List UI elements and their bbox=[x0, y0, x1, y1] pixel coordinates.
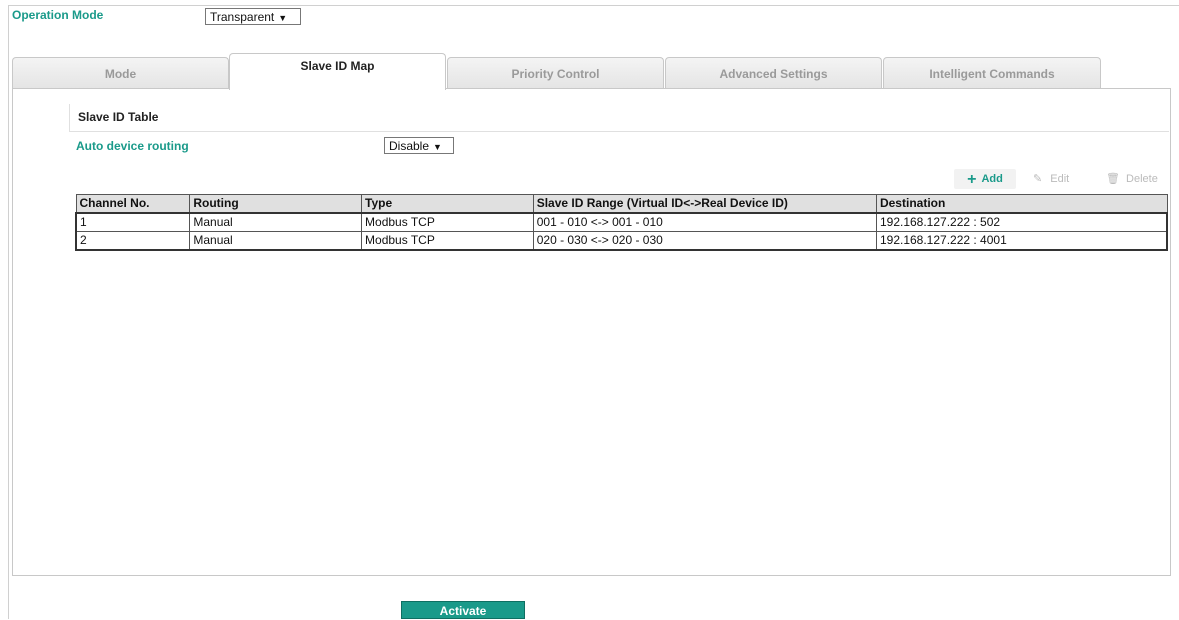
table-header-row: Channel No. Routing Type Slave ID Range … bbox=[75, 194, 1168, 214]
pencil-icon: ✎ bbox=[1033, 173, 1043, 185]
slave-id-table: Channel No. Routing Type Slave ID Range … bbox=[75, 194, 1168, 251]
section-title: Slave ID Table bbox=[78, 110, 159, 124]
delete-label: Delete bbox=[1126, 173, 1158, 185]
operation-mode-value: Transparent bbox=[210, 10, 275, 24]
plus-icon: + bbox=[967, 171, 977, 188]
cell-slave-id-range: 001 - 010 <-> 001 - 010 bbox=[532, 212, 877, 232]
cell-type: Modbus TCP bbox=[361, 212, 534, 232]
tab-mode[interactable]: Mode bbox=[12, 57, 229, 89]
operation-mode-select[interactable]: Transparent ▼ bbox=[205, 8, 301, 25]
cell-destination: 192.168.127.222 : 4001 bbox=[875, 231, 1168, 251]
column-header-slave-id-range: Slave ID Range (Virtual ID<->Real Device… bbox=[532, 194, 877, 214]
tab-intelligent-commands[interactable]: Intelligent Commands bbox=[883, 57, 1101, 89]
add-label: Add bbox=[981, 173, 1003, 185]
table-row[interactable]: 2 Manual Modbus TCP 020 - 030 <-> 020 - … bbox=[75, 231, 1168, 251]
slave-id-map-panel: Slave ID Table Auto device routing Disab… bbox=[12, 88, 1171, 576]
edit-button[interactable]: ✎ Edit bbox=[1033, 169, 1083, 189]
column-header-routing: Routing bbox=[189, 194, 363, 214]
tab-advanced-settings[interactable]: Advanced Settings bbox=[665, 57, 882, 89]
operation-mode-label: Operation Mode bbox=[12, 8, 104, 22]
activate-button[interactable]: Activate bbox=[401, 601, 525, 619]
delete-button[interactable]: 🗑 Delete bbox=[1106, 169, 1166, 189]
column-header-destination: Destination bbox=[875, 194, 1168, 214]
cell-routing: Manual bbox=[189, 231, 363, 251]
top-border bbox=[8, 5, 1179, 6]
auto-routing-value: Disable bbox=[389, 139, 430, 153]
cell-routing: Manual bbox=[189, 212, 363, 232]
cell-type: Modbus TCP bbox=[361, 231, 534, 251]
cell-channel: 1 bbox=[75, 212, 191, 232]
dropdown-arrow-icon: ▼ bbox=[433, 142, 442, 152]
cell-channel: 2 bbox=[75, 231, 191, 251]
add-button[interactable]: + Add bbox=[954, 169, 1016, 189]
tab-slave-id-map[interactable]: Slave ID Map bbox=[229, 53, 446, 90]
trash-icon: 🗑 bbox=[1106, 173, 1120, 185]
column-header-channel: Channel No. bbox=[75, 194, 191, 214]
left-border bbox=[8, 5, 9, 619]
section-header: Slave ID Table bbox=[69, 104, 1169, 132]
edit-label: Edit bbox=[1050, 173, 1070, 185]
cell-slave-id-range: 020 - 030 <-> 020 - 030 bbox=[532, 231, 877, 251]
tab-priority-control[interactable]: Priority Control bbox=[447, 57, 664, 89]
table-row[interactable]: 1 Manual Modbus TCP 001 - 010 <-> 001 - … bbox=[75, 212, 1168, 232]
auto-routing-label: Auto device routing bbox=[76, 139, 189, 153]
auto-routing-select[interactable]: Disable ▼ bbox=[384, 137, 454, 154]
column-header-type: Type bbox=[361, 194, 534, 214]
cell-destination: 192.168.127.222 : 502 bbox=[875, 212, 1168, 232]
tab-bar: Mode Slave ID Map Priority Control Advan… bbox=[12, 53, 1172, 90]
dropdown-arrow-icon: ▼ bbox=[278, 13, 288, 23]
